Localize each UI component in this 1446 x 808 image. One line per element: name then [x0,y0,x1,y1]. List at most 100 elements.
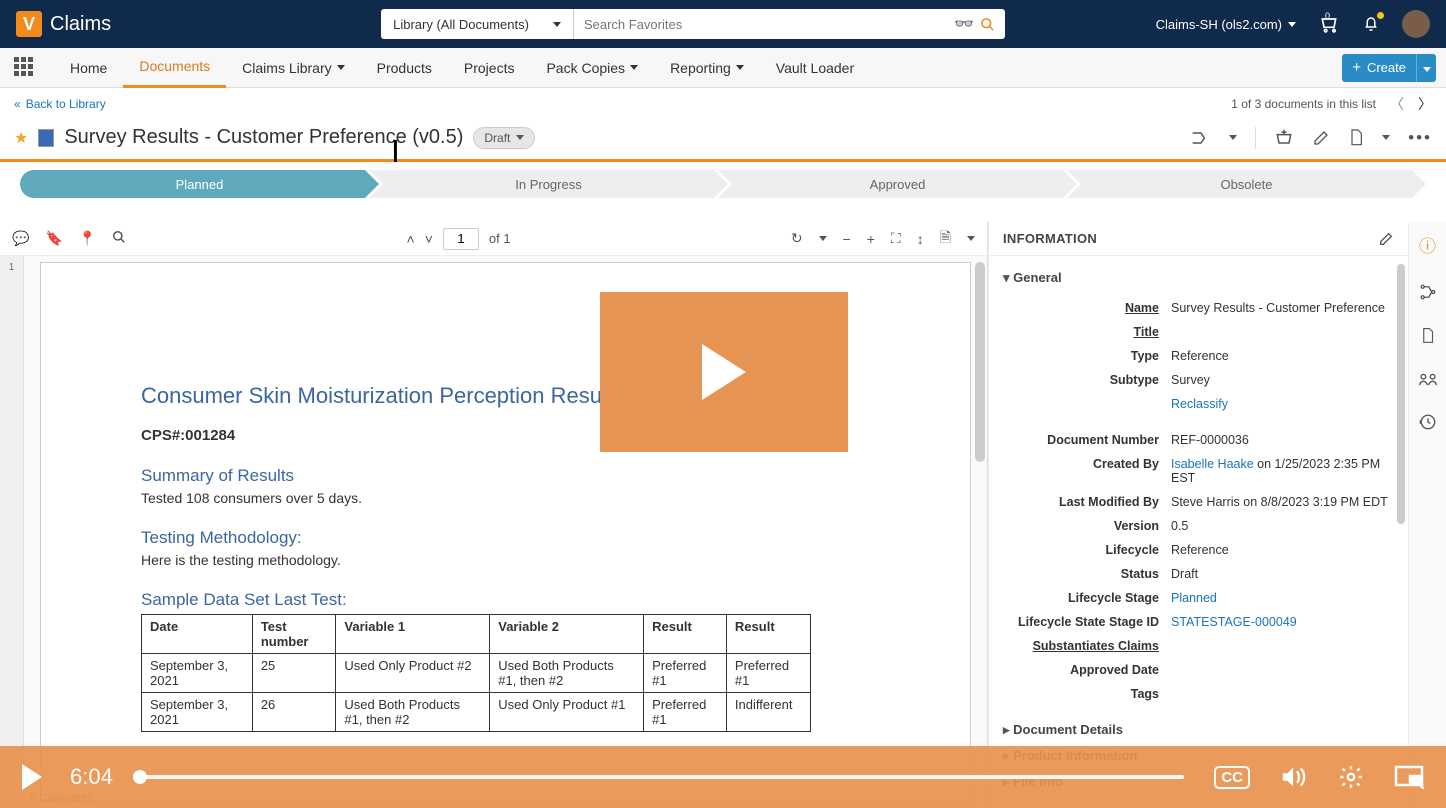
settings-gear-icon[interactable] [1338,764,1364,790]
breadcrumb-row: « Back to Library 1 of 3 documents in th… [0,88,1446,120]
nav-reporting[interactable]: Reporting [654,48,760,88]
nav-label: Projects [464,60,515,76]
document-action-icon[interactable] [1348,128,1364,148]
bell-icon[interactable] [1362,14,1380,34]
pip-icon[interactable] [1394,765,1424,789]
volume-icon[interactable] [1280,765,1308,789]
nav-documents[interactable]: Documents [123,48,226,88]
viewer-scrollbar[interactable] [975,262,985,462]
chevron-down-icon[interactable] [819,236,827,241]
cart-icon[interactable]: 0 [1318,14,1340,34]
fit-height-icon[interactable]: ↕ [917,231,924,247]
v [1171,325,1394,339]
user-menu[interactable]: Claims-SH (ols2.com) [1156,17,1296,32]
nav-pack-copies[interactable]: Pack Copies [530,48,654,88]
create-dropdown[interactable] [1416,54,1436,82]
k: Name [1003,301,1171,315]
rotate-icon[interactable]: ↻ [791,230,803,247]
page-up-icon[interactable]: ˄ [407,231,415,247]
more-actions-icon[interactable]: ••• [1408,128,1432,148]
stage-label: Approved [870,177,926,192]
bookmark-icon[interactable]: 🔖 [45,230,62,247]
k: Type [1003,349,1171,363]
file-tab-icon[interactable] [1420,327,1435,345]
add-to-cart-icon[interactable] [1274,128,1294,148]
info-panel: INFORMATION General NameSurvey Results -… [988,222,1408,808]
cart-count: 0 [1325,11,1330,21]
history-icon[interactable] [1419,413,1437,431]
vt-center: ˄ ˅ of 1 [407,228,511,250]
kv-reclassify: Reclassify [1003,392,1394,416]
v: Reference [1171,543,1394,557]
edit-info-icon[interactable] [1378,231,1394,247]
relations-icon[interactable] [1419,283,1437,301]
stage-in-progress[interactable]: In Progress [369,170,728,198]
stage-approved[interactable]: Approved [718,170,1077,198]
table-row: September 3, 2021 25 Used Only Product #… [142,654,811,693]
page-down-icon[interactable]: ˅ [425,231,433,247]
video-progress-knob[interactable] [133,770,147,784]
workflow-icon[interactable] [1191,130,1211,146]
player-right-controls: CC [1214,764,1424,790]
info-scrollbar[interactable] [1397,264,1405,524]
apps-grid-icon[interactable] [14,57,36,79]
zoom-out-icon[interactable]: − [843,231,851,247]
search-icon[interactable] [980,17,995,32]
doc-counter: 1 of 3 documents in this list 〈 〉 [1231,94,1432,114]
viewer-toolbar: 💬 🔖 📍 ˄ ˅ of 1 ↻ − + ⛶ ↕ 🗎 [0,222,987,256]
annotate-icon[interactable]: 💬 [12,230,29,247]
status-pill[interactable]: Draft [473,127,535,149]
avatar[interactable] [1402,10,1430,38]
td: September 3, 2021 [142,654,253,693]
favorite-star-icon[interactable]: ★ [14,128,28,148]
next-doc-icon[interactable]: 〉 [1418,94,1432,114]
nav-products[interactable]: Products [361,48,448,88]
chevron-down-icon [553,22,561,27]
stage-planned[interactable]: Planned [20,170,379,198]
chevron-down-icon[interactable] [967,236,975,241]
zoom-in-icon[interactable]: + [867,231,875,247]
nav-projects[interactable]: Projects [448,48,531,88]
play-button[interactable] [22,764,42,790]
nav-home[interactable]: Home [54,48,123,88]
brand-logo[interactable]: V Claims [16,11,111,37]
video-play-overlay[interactable] [600,292,848,452]
kv-type: TypeReference [1003,344,1394,368]
v: 0.5 [1171,519,1394,533]
stageid-link[interactable]: STATESTAGE-000049 [1171,615,1297,629]
nav-claims-library[interactable]: Claims Library [226,48,360,88]
chevron-down-icon [337,65,345,70]
sharing-icon[interactable] [1418,371,1438,387]
stage-link[interactable]: Planned [1171,591,1217,605]
k: Lifecycle Stage [1003,591,1171,605]
vt-left: 💬 🔖 📍 [12,230,126,247]
video-progress-track[interactable] [133,775,1185,779]
edit-icon[interactable] [1312,129,1330,147]
created-by-link[interactable]: Isabelle Haake [1171,457,1254,471]
chevron-down-icon[interactable] [1229,135,1237,140]
back-to-library-link[interactable]: « Back to Library [14,97,106,111]
nav-vault-loader[interactable]: Vault Loader [760,48,870,88]
binoculars-icon[interactable]: 👓 [954,14,974,34]
info-tab-icon[interactable]: ⓘ [1419,232,1436,257]
section-document-details[interactable]: Document Details [1003,722,1394,738]
location-icon[interactable]: 📍 [79,230,96,247]
page-input[interactable] [443,228,479,250]
page-mode-icon[interactable]: 🗎 [940,227,951,251]
section-general[interactable]: General [1003,270,1394,286]
fit-screen-icon[interactable]: ⛶ [891,230,901,247]
prev-doc-icon[interactable]: 〈 [1390,94,1404,114]
k: Version [1003,519,1171,533]
td: Indifferent [726,693,810,732]
nav-bar: Home Documents Claims Library Products P… [0,48,1446,88]
cc-button[interactable]: CC [1214,766,1250,789]
library-selector[interactable]: Library (All Documents) [381,9,574,39]
search-doc-icon[interactable] [112,230,126,247]
create-button[interactable]: +Create [1342,54,1416,82]
stage-obsolete[interactable]: Obsolete [1067,170,1426,198]
search-input[interactable] [574,9,954,39]
k: Substantiates Claims [1003,639,1171,653]
thumbnail-rail[interactable]: 1 [0,256,24,808]
chevron-down-icon[interactable] [1382,135,1390,140]
reclassify-link[interactable]: Reclassify [1171,397,1228,411]
